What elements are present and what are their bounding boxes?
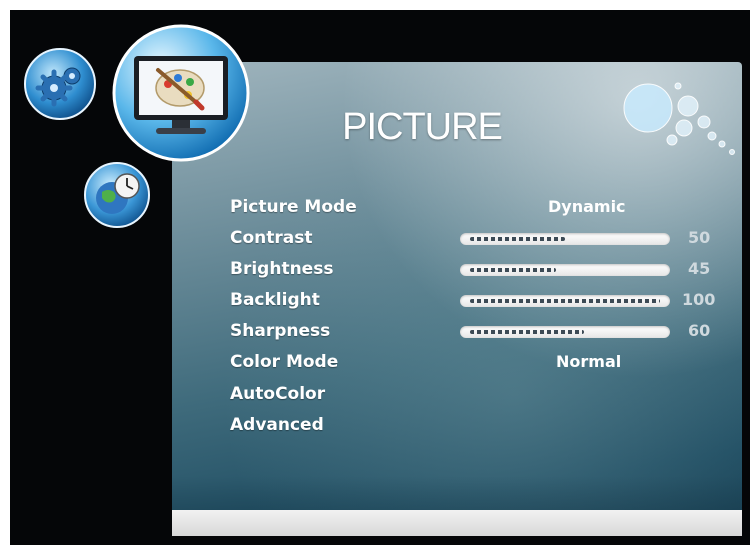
- bubbles-icon: [623, 82, 735, 155]
- slider-value: 45: [688, 259, 711, 278]
- menu-item-label: AutoColor: [230, 384, 326, 404]
- backlight-slider[interactable]: [460, 295, 670, 307]
- menu-item-value: Normal: [556, 352, 622, 371]
- menu-item-label: Backlight: [230, 290, 320, 310]
- slider-fill: [470, 237, 565, 241]
- menu-item-label: Advanced: [230, 415, 324, 435]
- brightness-slider[interactable]: [460, 264, 670, 276]
- menu-item-label: Picture Mode: [230, 197, 357, 217]
- menu-item-picture-mode[interactable]: Picture Mode Dynamic: [230, 197, 730, 223]
- contrast-slider[interactable]: [460, 233, 670, 245]
- menu-item-value: Dynamic: [548, 197, 626, 216]
- slider-value: 50: [688, 228, 711, 247]
- slider-value: 60: [688, 321, 711, 340]
- menu-item-color-mode[interactable]: Color Mode Normal: [230, 352, 730, 378]
- page-title: PICTURE: [342, 106, 503, 148]
- gear-icon[interactable]: [22, 46, 98, 122]
- bottom-bar: [172, 510, 742, 536]
- menu-item-contrast[interactable]: Contrast 50: [230, 228, 730, 254]
- menu-item-brightness[interactable]: Brightness 45: [230, 259, 730, 285]
- menu-item-advanced[interactable]: Advanced: [230, 415, 730, 441]
- menu-item-label: Sharpness: [230, 321, 331, 341]
- menu-item-autocolor[interactable]: AutoColor: [230, 384, 730, 410]
- menu-item-label: Contrast: [230, 228, 313, 248]
- menu-item-sharpness[interactable]: Sharpness 60: [230, 321, 730, 347]
- globe-clock-icon[interactable]: [82, 160, 152, 230]
- slider-fill: [470, 330, 584, 334]
- menu-item-label: Brightness: [230, 259, 334, 279]
- menu-item-backlight[interactable]: Backlight 100: [230, 290, 730, 316]
- menu-item-label: Color Mode: [230, 352, 339, 372]
- sharpness-slider[interactable]: [460, 326, 670, 338]
- slider-value: 100: [682, 290, 716, 309]
- monitor-palette-icon[interactable]: [110, 22, 252, 164]
- slider-fill: [470, 268, 556, 272]
- slider-fill: [470, 299, 660, 303]
